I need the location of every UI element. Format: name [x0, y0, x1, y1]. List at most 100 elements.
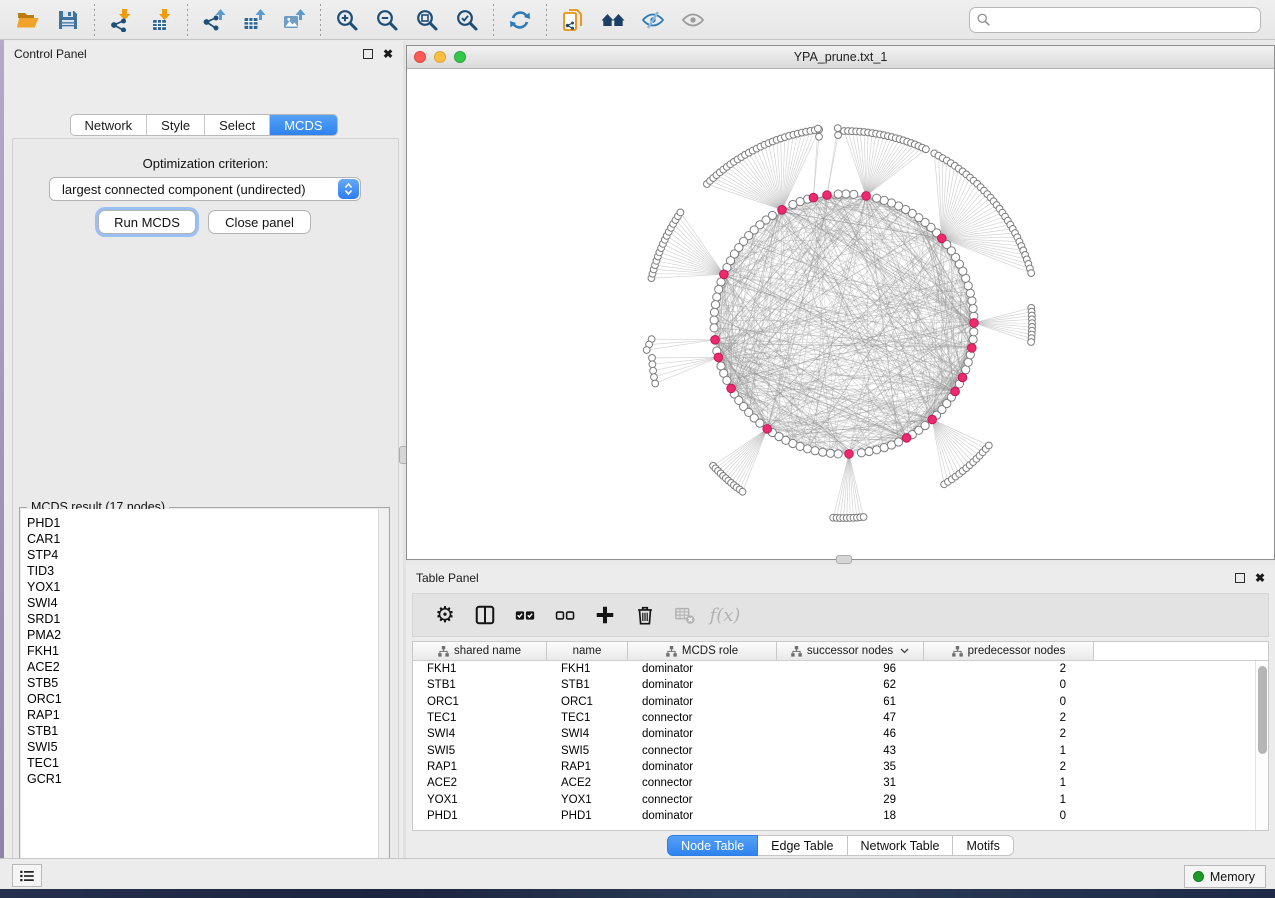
ring-node[interactable]: [964, 358, 972, 366]
leaf-node[interactable]: [816, 133, 823, 140]
tab-select[interactable]: Select: [205, 115, 270, 135]
mcds-hub-node[interactable]: [763, 425, 772, 434]
leaf-node[interactable]: [649, 355, 656, 362]
refresh-button[interactable]: [500, 3, 540, 37]
mcds-result-item[interactable]: PMA2: [27, 627, 388, 643]
table-row[interactable]: YOX1YOX1connector291: [413, 791, 1268, 807]
leaf-node[interactable]: [649, 361, 656, 368]
ring-node[interactable]: [710, 324, 718, 332]
ring-node[interactable]: [873, 446, 881, 454]
mcds-hub-node[interactable]: [938, 234, 947, 243]
tab-network[interactable]: Network: [70, 115, 147, 135]
column-header-successor-nodes[interactable]: successor nodes: [777, 642, 924, 660]
tab-node-table[interactable]: Node Table: [667, 835, 758, 856]
ring-node[interactable]: [710, 308, 718, 316]
mcds-hub-node[interactable]: [711, 336, 720, 345]
mcds-result-item[interactable]: SWI5: [27, 739, 388, 755]
table-row[interactable]: SWI5SWI5connector431: [413, 742, 1268, 758]
ring-node[interactable]: [850, 190, 858, 198]
network-window-titlebar[interactable]: YPA_prune.txt_1: [407, 46, 1274, 69]
ring-node[interactable]: [713, 293, 721, 301]
mcds-result-item[interactable]: STB5: [27, 675, 388, 691]
column-header-predecessor-nodes[interactable]: predecessor nodes: [924, 642, 1094, 660]
leaf-node[interactable]: [815, 125, 822, 132]
table-row[interactable]: STB1STB1dominator620: [413, 677, 1268, 693]
mcds-result-item[interactable]: TID3: [27, 563, 388, 579]
leaf-node[interactable]: [985, 442, 992, 449]
close-window-icon[interactable]: ✖: [1255, 573, 1265, 583]
mcds-hub-node[interactable]: [862, 192, 871, 201]
mcds-result-item[interactable]: RAP1: [27, 707, 388, 723]
export-table-button[interactable]: [234, 3, 274, 37]
table-row[interactable]: TEC1TEC1connector472: [413, 710, 1268, 726]
float-window-icon[interactable]: [1235, 573, 1245, 583]
ring-node[interactable]: [711, 301, 719, 309]
ring-node[interactable]: [921, 422, 929, 430]
optimization-criterion-select[interactable]: largest connected component (undirected): [49, 177, 361, 201]
leaf-node[interactable]: [860, 514, 867, 521]
table-row[interactable]: FKH1FKH1dominator962: [413, 661, 1268, 677]
zoom-selected-button[interactable]: [447, 3, 487, 37]
mcds-hub-node[interactable]: [823, 191, 832, 200]
network-canvas[interactable]: [407, 69, 1274, 559]
select-all-button[interactable]: [507, 597, 543, 633]
table-scrollbar-thumb[interactable]: [1258, 666, 1267, 754]
leaf-node[interactable]: [643, 347, 650, 354]
column-header-name[interactable]: name: [547, 642, 628, 660]
leaf-node[interactable]: [835, 132, 842, 139]
column-header-shared-name[interactable]: shared name: [413, 642, 547, 660]
zoom-fit-button[interactable]: [407, 3, 447, 37]
tab-edge-table[interactable]: Edge Table: [758, 835, 847, 856]
save-button[interactable]: [48, 3, 88, 37]
tab-network-table[interactable]: Network Table: [848, 835, 954, 856]
delete-column-button[interactable]: [627, 597, 663, 633]
mcds-result-item[interactable]: SRD1: [27, 611, 388, 627]
tab-mcds[interactable]: MCDS: [270, 115, 336, 135]
tab-style[interactable]: Style: [147, 115, 205, 135]
leaf-node[interactable]: [677, 209, 684, 216]
leaf-node[interactable]: [1028, 270, 1035, 277]
search-input[interactable]: [969, 7, 1261, 33]
mcds-result-item[interactable]: ACE2: [27, 659, 388, 675]
ring-node[interactable]: [966, 289, 974, 297]
mcds-hub-node[interactable]: [902, 434, 911, 443]
ring-node[interactable]: [826, 449, 834, 457]
import-table-button[interactable]: [141, 3, 181, 37]
export-image-button[interactable]: [274, 3, 314, 37]
mcds-result-item[interactable]: SWI4: [27, 595, 388, 611]
ring-node[interactable]: [756, 419, 764, 427]
ring-node[interactable]: [968, 297, 976, 305]
table-row[interactable]: ACE2ACE2connector311: [413, 775, 1268, 791]
table-row[interactable]: ORC1ORC1dominator610: [413, 694, 1268, 710]
mcds-result-item[interactable]: GCR1: [27, 771, 388, 787]
import-network-button[interactable]: [101, 3, 141, 37]
run-mcds-button[interactable]: Run MCDS: [98, 210, 196, 234]
table-row[interactable]: PHD1PHD1dominator180: [413, 808, 1268, 824]
ring-node[interactable]: [834, 450, 842, 458]
mcds-result-item[interactable]: TEC1: [27, 755, 388, 771]
show-columns-button[interactable]: [467, 597, 503, 633]
show-all-button[interactable]: [673, 3, 713, 37]
zoom-in-button[interactable]: [327, 3, 367, 37]
ring-node[interactable]: [880, 196, 888, 204]
table-row[interactable]: SWI4SWI4dominator462: [413, 726, 1268, 742]
ring-node[interactable]: [811, 447, 819, 455]
new-network-from-selection-button[interactable]: [553, 3, 593, 37]
mcds-hub-node[interactable]: [968, 344, 977, 353]
first-neighbors-button[interactable]: [593, 3, 633, 37]
mcds-result-item[interactable]: PHD1: [27, 515, 388, 531]
ring-node[interactable]: [803, 445, 811, 453]
mcds-hub-node[interactable]: [845, 450, 854, 459]
ring-node[interactable]: [969, 335, 977, 343]
mcds-hub-node[interactable]: [958, 373, 967, 382]
ring-node[interactable]: [865, 447, 873, 455]
mcds-result-item[interactable]: YOX1: [27, 579, 388, 595]
mcds-hub-node[interactable]: [714, 353, 723, 362]
horizontal-splitter-handle[interactable]: [836, 555, 852, 564]
mcds-hub-node[interactable]: [928, 415, 937, 424]
ring-node[interactable]: [715, 285, 723, 293]
mcds-result-item[interactable]: CAR1: [27, 531, 388, 547]
mcds-hub-node[interactable]: [809, 193, 818, 202]
ring-node[interactable]: [710, 316, 718, 324]
function-builder-button[interactable]: f(x): [707, 597, 743, 633]
